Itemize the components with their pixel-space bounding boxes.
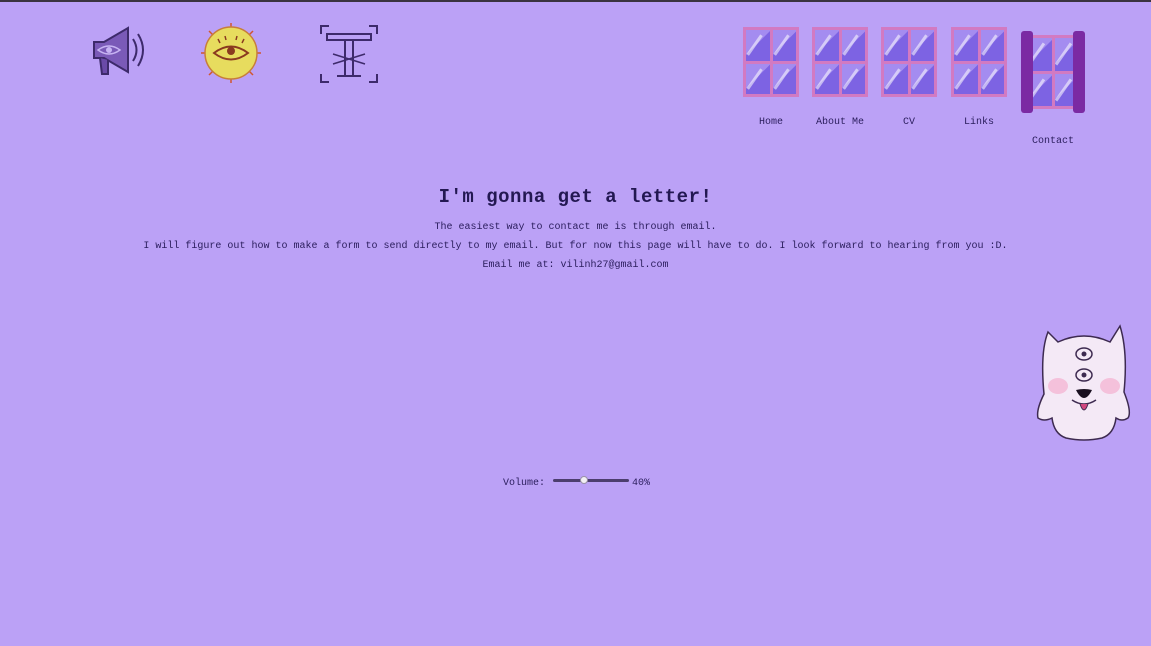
- open-window-curtains-icon: [1021, 31, 1085, 113]
- volume-slider-thumb[interactable]: [580, 476, 589, 484]
- email-line[interactable]: Email me at: vilinh27@gmail.com: [0, 260, 1151, 271]
- window-icon: [881, 27, 937, 97]
- nav-contact-label: Contact: [1031, 136, 1074, 147]
- megaphone-eye-icon[interactable]: [90, 22, 150, 83]
- page-title: I'm gonna get a letter!: [438, 186, 713, 208]
- contact-intro-text: The easiest way to contact me is through…: [434, 222, 717, 233]
- nav-about-me[interactable]: About Me: [809, 27, 871, 128]
- window-icon: [743, 27, 799, 97]
- contact-form-note: I will figure out how to make a form to …: [143, 241, 1008, 252]
- window-icon: [951, 27, 1007, 97]
- nav-contact[interactable]: Contact: [1019, 31, 1087, 147]
- three-eyed-creature-icon[interactable]: [1036, 322, 1132, 447]
- contact-content: I'm gonna get a letter! The easiest way …: [0, 186, 1151, 279]
- nav-about-me-label: About Me: [815, 117, 864, 128]
- volume-slider[interactable]: [553, 476, 630, 484]
- volume-value: 40%: [632, 478, 651, 489]
- nav-cv[interactable]: CV: [878, 27, 940, 128]
- window-icon: [812, 27, 868, 97]
- top-border: [0, 0, 1151, 2]
- nav-home[interactable]: Home: [740, 27, 802, 128]
- sun-eye-icon[interactable]: [200, 22, 262, 89]
- nav-links[interactable]: Links: [948, 27, 1010, 128]
- nav-cv-label: CV: [902, 117, 915, 128]
- nav-links-label: Links: [963, 117, 994, 128]
- volume-label: Volume:: [503, 478, 546, 489]
- type-t-icon[interactable]: [319, 24, 379, 89]
- volume-control: Volume: 40%: [503, 476, 651, 489]
- nav-home-label: Home: [758, 117, 783, 128]
